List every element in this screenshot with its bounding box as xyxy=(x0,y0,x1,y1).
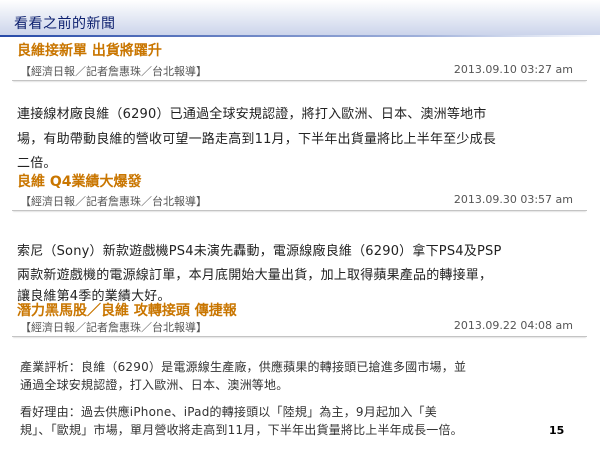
article-text-line: 二倍。 xyxy=(17,156,57,171)
banner-divider xyxy=(0,35,600,37)
article-timestamp: 2013.09.10 03:27 am xyxy=(453,63,573,76)
article-byline: 【經濟日報／記者詹惠珠／台北報導】 xyxy=(20,195,207,208)
article-text-line: 規」、「歐規」市場，單月營收將走高到11月，下半年出貨量將比上半年成長一倍。 xyxy=(20,423,463,437)
article-meta: 【經濟日報／記者詹惠珠／台北報導】 2013.09.10 03:27 am xyxy=(12,61,587,81)
article-timestamp: 2013.09.22 04:08 am xyxy=(453,319,573,332)
section-title: 看看之前的新聞 xyxy=(14,16,116,32)
article-text-line: 索尼（Sony）新款遊戲機PS4未演先轟動，電源線廠良維（6290）拿下PS4及… xyxy=(17,244,502,259)
article-byline: 【經濟日報／記者詹惠珠／台北報導】 xyxy=(20,321,207,334)
article-meta: 【經濟日報／記者詹惠珠／台北報導】 2013.09.30 03:57 am xyxy=(12,191,587,211)
article-timestamp: 2013.09.30 03:57 am xyxy=(453,193,573,206)
section-banner: 看看之前的新聞 xyxy=(0,0,600,37)
page-number: 15 xyxy=(549,424,565,437)
article-text-line: 場，有助帶動良維的營收可望一路走高到11月，下半年出貨量將比上半年至少成長 xyxy=(17,132,496,147)
article-text-line: 產業評析：良維（6290）是電源線生產廠，供應蘋果的轉接頭已搶進多國市場，並 xyxy=(20,360,467,374)
article-byline: 【經濟日報／記者詹惠珠／台北報導】 xyxy=(20,65,207,78)
article-text-line: 通過全球安規認證，打入歐洲、日本、澳洲等地。 xyxy=(20,378,289,392)
article-headline: 良維 Q4業績大爆發 xyxy=(17,174,142,190)
article-text-line: 看好理由：過去供應iPhone、iPad的轉接頭以「陸規」為主，9月起加入「美 xyxy=(20,405,437,419)
article-text-line: 連接線材廠良維（6290）已通過全球安規認證，將打入歐洲、日本、澳洲等地市 xyxy=(17,107,487,122)
article-meta: 【經濟日報／記者詹惠珠／台北報導】 2013.09.22 04:08 am xyxy=(12,317,587,337)
article-text-line: 兩款新遊戲機的電源線訂單，本月底開始大量出貨，加上取得蘋果產品的轉接單， xyxy=(17,268,493,283)
article-headline: 良維接新單 出貨將躍升 xyxy=(17,43,162,59)
